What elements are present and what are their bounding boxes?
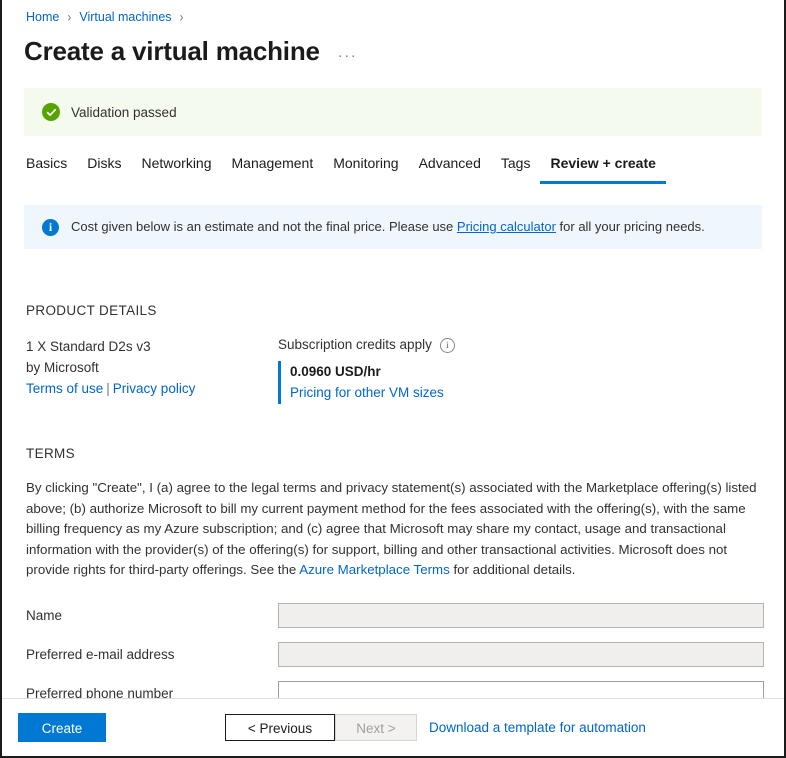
terms-body-after: for additional details. [453, 562, 576, 577]
product-details-left: 1 X Standard D2s v3 by Microsoft Terms o… [26, 336, 278, 404]
create-button[interactable]: Create [18, 713, 106, 742]
pricing-other-vm-sizes-link[interactable]: Pricing for other VM sizes [290, 382, 455, 404]
product-details-grid: 1 X Standard D2s v3 by Microsoft Terms o… [26, 336, 784, 404]
terms-heading: TERMS [26, 446, 75, 461]
tab-monitoring[interactable]: Monitoring [323, 154, 408, 184]
breadcrumb-separator-icon: › [67, 8, 72, 26]
wizard-footer: Create < Previous Next > Download a temp… [2, 698, 784, 756]
form-row-email: Preferred e-mail address [26, 641, 784, 667]
contact-form: Name Preferred e-mail address Preferred … [26, 602, 784, 699]
name-label: Name [26, 607, 63, 623]
cost-info-text-after: for all your pricing needs. [559, 219, 705, 234]
wizard-tabs: Basics Disks Networking Management Monit… [2, 148, 784, 184]
validation-message: Validation passed [71, 104, 177, 120]
tab-management[interactable]: Management [222, 154, 324, 184]
footer-nav-group: < Previous Next > Download a template fo… [225, 714, 646, 741]
breadcrumb: Home › Virtual machines › [2, 0, 784, 25]
cost-info-banner: i Cost given below is an estimate and no… [24, 205, 762, 249]
terms-body: By clicking "Create", I (a) agree to the… [26, 478, 766, 581]
breadcrumb-item-virtual-machines[interactable]: Virtual machines [79, 9, 171, 25]
form-row-name: Name [26, 602, 784, 628]
product-details-heading: PRODUCT DETAILS [26, 303, 157, 318]
info-outline-icon[interactable]: i [439, 337, 455, 353]
phone-label: Preferred phone number [26, 685, 174, 699]
tab-networking[interactable]: Networking [131, 154, 221, 184]
price-value: 0.0960 USD/hr [290, 364, 381, 379]
breadcrumb-item-home[interactable]: Home [26, 9, 59, 25]
product-links: Terms of use | Privacy policy [26, 378, 278, 399]
tab-review-create[interactable]: Review + create [540, 154, 666, 184]
link-separator: | [106, 381, 110, 396]
more-options-icon[interactable]: ··· [338, 47, 358, 64]
azure-marketplace-terms-link[interactable]: Azure Marketplace Terms [299, 562, 450, 577]
subscription-credits-row: Subscription credits apply i [278, 336, 455, 354]
tab-tags[interactable]: Tags [491, 154, 541, 184]
tab-basics[interactable]: Basics [26, 154, 77, 184]
info-circle-icon: i [42, 218, 59, 236]
breadcrumb-separator-icon: › [179, 8, 184, 26]
form-row-phone: Preferred phone number [26, 680, 784, 699]
product-publisher: by Microsoft [26, 360, 99, 375]
title-row: Create a virtual machine ··· [2, 25, 784, 67]
tab-advanced[interactable]: Advanced [409, 154, 491, 184]
previous-button[interactable]: < Previous [225, 714, 335, 741]
page-title: Create a virtual machine [24, 36, 320, 66]
terms-of-use-link[interactable]: Terms of use [26, 381, 103, 396]
email-label: Preferred e-mail address [26, 646, 175, 662]
privacy-policy-link[interactable]: Privacy policy [113, 381, 196, 396]
product-sku: 1 X Standard D2s v3 [26, 339, 151, 354]
name-input[interactable] [278, 602, 764, 628]
price-block: 0.0960 USD/hr Pricing for other VM sizes [278, 361, 455, 404]
email-input[interactable] [278, 641, 764, 667]
download-template-link[interactable]: Download a template for automation [429, 720, 646, 735]
phone-input[interactable] [278, 680, 764, 698]
subscription-credits-label: Subscription credits apply [278, 337, 432, 352]
product-details-right: Subscription credits apply i 0.0960 USD/… [278, 336, 455, 404]
cost-info-text: Cost given below is an estimate and not … [71, 218, 705, 236]
pricing-calculator-link[interactable]: Pricing calculator [457, 219, 556, 234]
cost-info-text-before: Cost given below is an estimate and not … [71, 219, 454, 234]
create-vm-page: Home › Virtual machines › Create a virtu… [0, 0, 786, 758]
tab-disks[interactable]: Disks [77, 154, 131, 184]
check-circle-icon [42, 103, 60, 121]
next-button: Next > [335, 714, 417, 741]
validation-banner: Validation passed [24, 88, 762, 136]
page-content: Home › Virtual machines › Create a virtu… [2, 0, 784, 698]
